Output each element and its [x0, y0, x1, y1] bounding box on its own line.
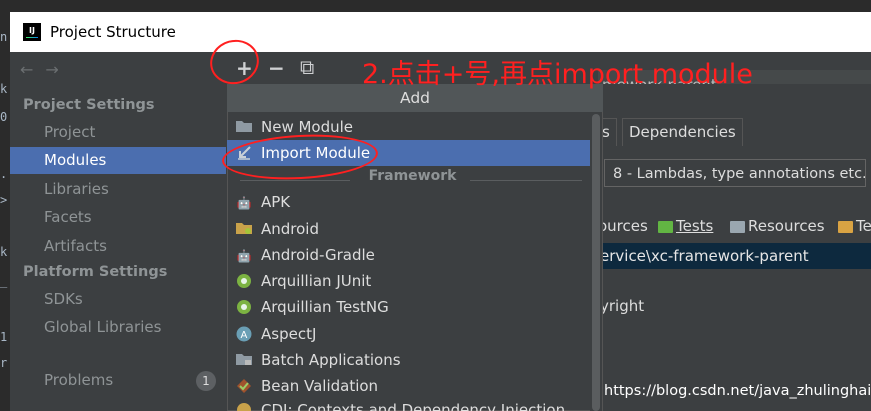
copyright-label: yright	[600, 297, 645, 315]
gutter-char: r	[0, 356, 8, 370]
remove-button[interactable]: −	[268, 56, 285, 80]
back-arrow-icon[interactable]: ←	[20, 60, 45, 79]
copy-button[interactable]: ⧉	[300, 55, 314, 79]
test-resources-label: Te	[856, 217, 871, 235]
sidebar-item-global-libraries[interactable]: Global Libraries	[10, 314, 226, 341]
gutter-char: .	[0, 167, 8, 181]
window-top-edge	[10, 0, 871, 12]
gutter-char: n	[0, 30, 8, 44]
gutter-char: 0	[0, 110, 8, 124]
new-module-label: New Module	[261, 118, 354, 136]
test-resources-folder-icon	[838, 220, 853, 233]
tests-label: Tests	[676, 217, 714, 235]
menu-item-arquillian-testng[interactable]: Arquillian TestNG	[227, 294, 591, 320]
watermark-text: https://blog.csdn.net/java_zhulinghai	[604, 383, 871, 399]
folder-icon	[235, 119, 253, 137]
arquillian-junit-label: Arquillian JUnit	[261, 272, 372, 290]
menu-item-arquillian-junit[interactable]: Arquillian JUnit	[227, 268, 591, 294]
android-robot-icon: 🤖	[236, 248, 252, 263]
aspectj-icon: A	[235, 326, 253, 344]
gutter-char: k	[0, 82, 8, 96]
gutter-char: >	[0, 193, 8, 207]
language-level-select[interactable]: 8 - Lambdas, type annotations etc.	[604, 159, 866, 187]
resources-folder-icon	[730, 220, 745, 233]
menu-item-batch-applications[interactable]: Batch Applications	[227, 347, 591, 373]
sidebar-item-modules[interactable]: Modules	[10, 147, 226, 174]
gutter-char: 1	[0, 330, 8, 344]
resources-label: Resources	[748, 217, 825, 235]
sidebar-item-libraries[interactable]: Libraries	[10, 176, 226, 203]
arquillian-testng-label: Arquillian TestNG	[261, 298, 389, 316]
cdi-label: CDI: Contexts and Dependency Injection	[261, 401, 566, 411]
batch-folder-icon	[235, 352, 253, 370]
android-gradle-label: Android-Gradle	[261, 246, 375, 264]
forward-arrow-icon[interactable]: →	[45, 60, 70, 79]
arquillian-icon	[235, 273, 253, 291]
sources-label: ources	[598, 217, 648, 235]
content-root-path-row[interactable]: ervice\xc-framework-parent	[598, 243, 871, 269]
title-bar: Project Structure	[10, 12, 871, 52]
menu-item-apk[interactable]: 🤖 APK	[227, 189, 591, 215]
nav-arrows: ←→	[20, 60, 71, 79]
test-resources-button[interactable]: Te	[838, 217, 871, 235]
android-folder-icon	[235, 221, 253, 239]
problems-count-badge: 1	[196, 371, 216, 391]
gutter-char: _	[0, 274, 8, 288]
arquillian-icon	[235, 299, 253, 317]
aspectj-label: AspectJ	[261, 325, 317, 343]
intellij-logo-icon	[23, 23, 41, 41]
popup-scrollbar-thumb[interactable]	[592, 114, 600, 411]
menu-item-android-gradle[interactable]: 🤖 Android-Gradle	[227, 242, 591, 268]
android-label: Android	[261, 220, 319, 238]
annotation-text: 2.点击+号,再点import module	[362, 59, 753, 90]
sidebar-item-sdks[interactable]: SDKs	[10, 286, 226, 313]
tests-folder-icon	[658, 220, 673, 233]
tests-button[interactable]: Tests	[658, 217, 713, 235]
menu-item-bean-validation[interactable]: Bean Validation	[227, 373, 591, 399]
tab-dependencies[interactable]: Dependencies	[622, 118, 743, 146]
bean-validation-icon	[235, 378, 253, 396]
sidebar-item-problems[interactable]: Problems	[10, 367, 226, 394]
svg-text:A: A	[241, 330, 248, 341]
sidebar-item-facets[interactable]: Facets	[10, 204, 226, 231]
resources-button[interactable]: Resources	[730, 217, 825, 235]
section-project-settings: Project Settings	[23, 97, 155, 113]
sources-button[interactable]: ources	[598, 217, 648, 235]
apk-label: APK	[261, 193, 291, 211]
content-root-path: ervice\xc-framework-parent	[600, 247, 809, 265]
gutter-char: k	[0, 245, 8, 259]
menu-item-android[interactable]: Android	[227, 216, 591, 242]
separator-right	[470, 180, 582, 181]
batch-applications-label: Batch Applications	[261, 351, 401, 369]
sidebar-item-project[interactable]: Project	[10, 119, 226, 146]
menu-item-cdi[interactable]: CDI: Contexts and Dependency Injection	[227, 399, 591, 411]
section-platform-settings: Platform Settings	[23, 264, 168, 280]
cdi-icon	[235, 402, 253, 411]
menu-item-aspectj[interactable]: A AspectJ	[227, 321, 591, 347]
window-title: Project Structure	[50, 23, 176, 41]
android-robot-icon: 🤖	[236, 195, 252, 210]
sidebar-item-artifacts[interactable]: Artifacts	[10, 233, 226, 260]
bean-validation-label: Bean Validation	[261, 377, 379, 395]
